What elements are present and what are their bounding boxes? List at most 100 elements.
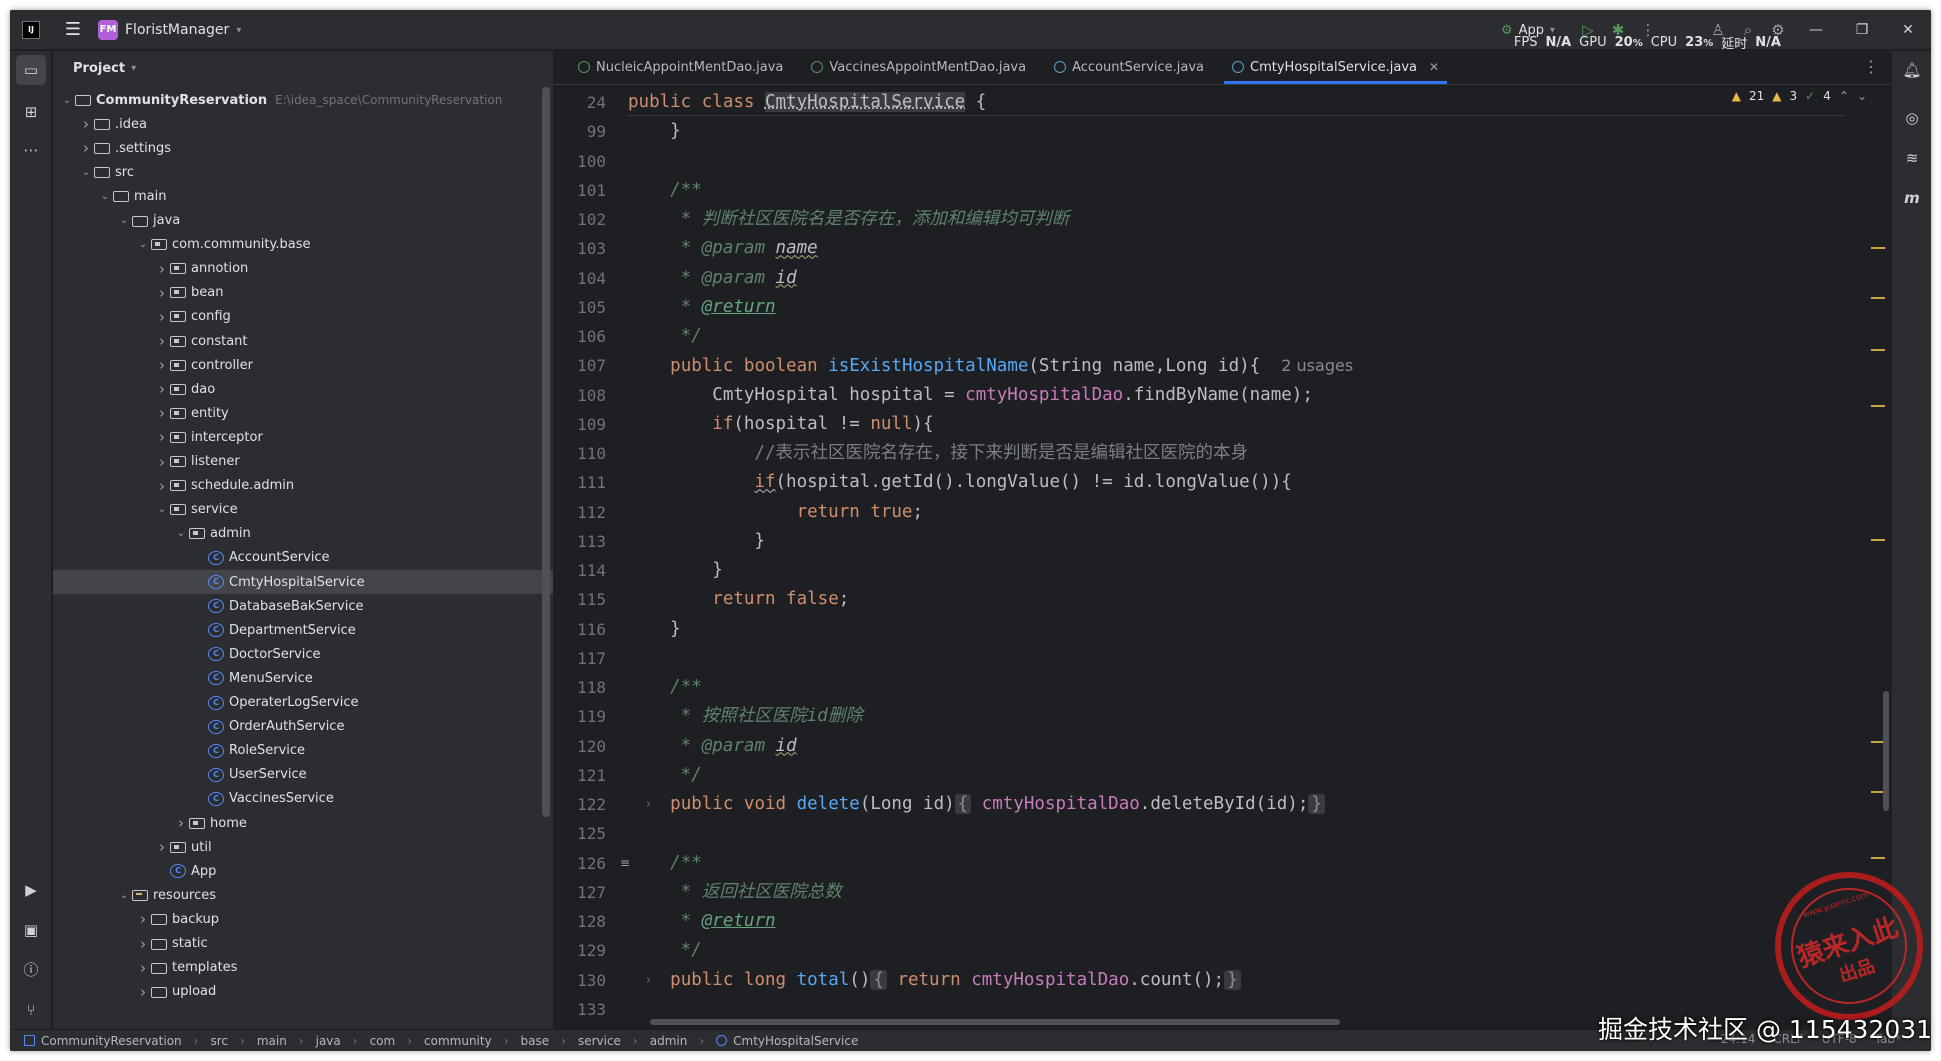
chevron-right-icon[interactable]: › (135, 910, 151, 928)
tree-item-folder[interactable]: › bean (53, 281, 553, 305)
git-tool-icon[interactable]: ⑂ (16, 995, 46, 1025)
tree-item-folder[interactable]: › .idea (53, 112, 553, 136)
breadcrumb-item[interactable]: main (257, 1034, 287, 1048)
database-icon[interactable]: ≋ (1897, 143, 1927, 173)
code-line[interactable]: //表示社区医院名存在，接下来判断是否是编辑社区医院的本身 (628, 439, 1248, 468)
tree-item-folder[interactable]: › static (53, 932, 553, 956)
notifications-icon[interactable]: 🔔︎ (1897, 55, 1927, 85)
problems-tool-icon[interactable]: ⓘ (16, 955, 46, 985)
chevron-right-icon[interactable]: › (154, 284, 170, 302)
chevron-down-icon[interactable]: ⌄ (59, 95, 75, 106)
chevron-down-icon[interactable]: ⌄ (1857, 89, 1867, 103)
line-number-gutter[interactable]: 24 99 100 101 102 103 104 105 106 107 108 109 110 111… (554, 86, 628, 1019)
project-tool-icon[interactable]: ▭ (16, 55, 46, 85)
tree-item-class[interactable]: C OrderAuthService (53, 715, 553, 739)
error-stripe-mark[interactable] (1871, 857, 1885, 859)
editor-horizontal-scrollbar[interactable] (650, 1019, 1340, 1025)
code-line[interactable]: public void delete(Long id){ cmtyHospita… (628, 790, 1325, 819)
tree-item-folder[interactable]: › schedule.admin (53, 474, 553, 498)
tree-item-class[interactable]: C MenuService (53, 666, 553, 690)
code-line[interactable]: public boolean isExistHospitalName(Strin… (628, 351, 1353, 380)
tree-item-folder[interactable]: › home (53, 811, 553, 835)
breadcrumb-item[interactable]: CommunityReservation (41, 1034, 182, 1048)
code-line[interactable]: * 返回社区医院总数 (628, 878, 842, 907)
more-tools-icon[interactable]: ⋯ (16, 135, 46, 165)
project-scrollbar[interactable] (542, 87, 550, 817)
breadcrumb-item[interactable]: admin (650, 1034, 688, 1048)
code-line[interactable]: * @return (628, 907, 776, 936)
editor-tab[interactable]: NucleicAppointMentDao.java (564, 51, 797, 84)
chevron-down-icon[interactable]: ⌄ (154, 504, 170, 515)
code-line[interactable]: } (628, 117, 681, 146)
code-line[interactable]: return false; (628, 585, 849, 614)
chevron-right-icon[interactable]: › (135, 983, 151, 1001)
fold-expand-icon[interactable]: › (646, 966, 658, 995)
chevron-right-icon[interactable]: › (154, 332, 170, 350)
breadcrumb-item[interactable]: java (316, 1034, 341, 1048)
editor-tab[interactable]: AccountService.java (1040, 51, 1218, 84)
tabs-more-icon[interactable]: ⋮ (1863, 57, 1879, 76)
ai-assistant-icon[interactable]: ◎ (1897, 103, 1927, 133)
tree-item-class[interactable]: C DoctorService (53, 642, 553, 666)
breadcrumb-item[interactable]: CmtyHospitalService (733, 1034, 858, 1048)
chevron-right-icon[interactable]: › (154, 428, 170, 446)
breadcrumb-item[interactable]: service (578, 1034, 621, 1048)
tree-item-folder[interactable]: ⌄ resources (53, 883, 553, 907)
error-stripe-mark[interactable] (1871, 247, 1885, 249)
tree-item-class[interactable]: C UserService (53, 763, 553, 787)
code-line[interactable]: * 按照社区医院id删除 (628, 702, 863, 731)
code-line[interactable]: public long total(){ return cmtyHospital… (628, 966, 1241, 995)
tree-item-folder[interactable]: › listener (53, 450, 553, 474)
project-switcher[interactable]: FM FloristManager ▾ (98, 19, 241, 41)
tree-item-folder[interactable]: ⌄ src (53, 160, 553, 184)
main-menu-icon[interactable]: ☰ (62, 19, 84, 41)
maven-icon[interactable]: m (1897, 183, 1927, 213)
editor-tab[interactable]: CmtyHospitalService.java ✕ (1218, 51, 1453, 84)
error-stripe-mark[interactable] (1871, 297, 1885, 299)
breadcrumb-item[interactable]: community (424, 1034, 492, 1048)
tree-item-folder[interactable]: › .settings (53, 136, 553, 160)
breadcrumb-item[interactable]: com (370, 1034, 396, 1048)
minimize-icon[interactable]: — (1793, 10, 1839, 50)
chevron-right-icon[interactable]: › (78, 139, 94, 157)
code-line[interactable]: /** (628, 849, 702, 878)
tree-item-folder[interactable]: ⌄ com.community.base (53, 233, 553, 257)
chevron-down-icon[interactable]: ⌄ (135, 239, 151, 250)
chevron-down-icon[interactable]: ⌄ (116, 215, 132, 226)
chevron-down-icon[interactable]: ⌄ (78, 167, 94, 178)
error-stripe-mark[interactable] (1871, 349, 1885, 351)
restore-icon[interactable]: ❐ (1839, 10, 1885, 50)
code-line[interactable]: * @return (628, 293, 776, 322)
chevron-right-icon[interactable]: › (154, 260, 170, 278)
chevron-right-icon[interactable]: › (154, 838, 170, 856)
code-line[interactable]: * @param id (628, 732, 797, 761)
terminal-tool-icon[interactable]: ▣ (16, 915, 46, 945)
code-line[interactable]: /** (628, 176, 702, 205)
tree-item-folder[interactable]: › dao (53, 377, 553, 401)
code-line[interactable]: } (628, 615, 681, 644)
render-doc-icon[interactable]: ≡ (620, 849, 632, 878)
structure-tool-icon[interactable]: ⊞ (16, 97, 46, 127)
chevron-down-icon[interactable]: ⌄ (97, 191, 113, 202)
chevron-right-icon[interactable]: › (154, 404, 170, 422)
tree-item-folder[interactable]: › backup (53, 907, 553, 931)
tree-item-folder[interactable]: › upload (53, 980, 553, 1004)
tree-item-folder[interactable]: › entity (53, 401, 553, 425)
code-line[interactable]: } (628, 527, 765, 556)
chevron-up-icon[interactable]: ⌃ (1839, 89, 1849, 103)
tree-item-folder[interactable]: › templates (53, 956, 553, 980)
chevron-right-icon[interactable]: › (135, 935, 151, 953)
code-area[interactable]: public class CmtyHospitalService { } /**… (628, 86, 1828, 1006)
editor-tab[interactable]: VaccinesAppointMentDao.java (797, 51, 1040, 84)
chevron-right-icon[interactable]: › (154, 380, 170, 398)
tree-item-folder[interactable]: ⌄ CommunityReservation E:\idea_space\Commu… (53, 88, 553, 112)
code-line[interactable]: * 判断社区医院名是否存在，添加和编辑均可判断 (628, 205, 1070, 234)
code-line[interactable]: if(hospital != null){ (628, 410, 933, 439)
code-line[interactable]: * @param name (628, 234, 818, 263)
code-line[interactable]: /** (628, 673, 702, 702)
chevron-right-icon[interactable]: › (154, 356, 170, 374)
chevron-right-icon[interactable]: › (78, 115, 94, 133)
chevron-right-icon[interactable]: › (135, 959, 151, 977)
chevron-right-icon[interactable]: › (173, 814, 189, 832)
close-icon[interactable]: ✕ (1885, 10, 1931, 50)
